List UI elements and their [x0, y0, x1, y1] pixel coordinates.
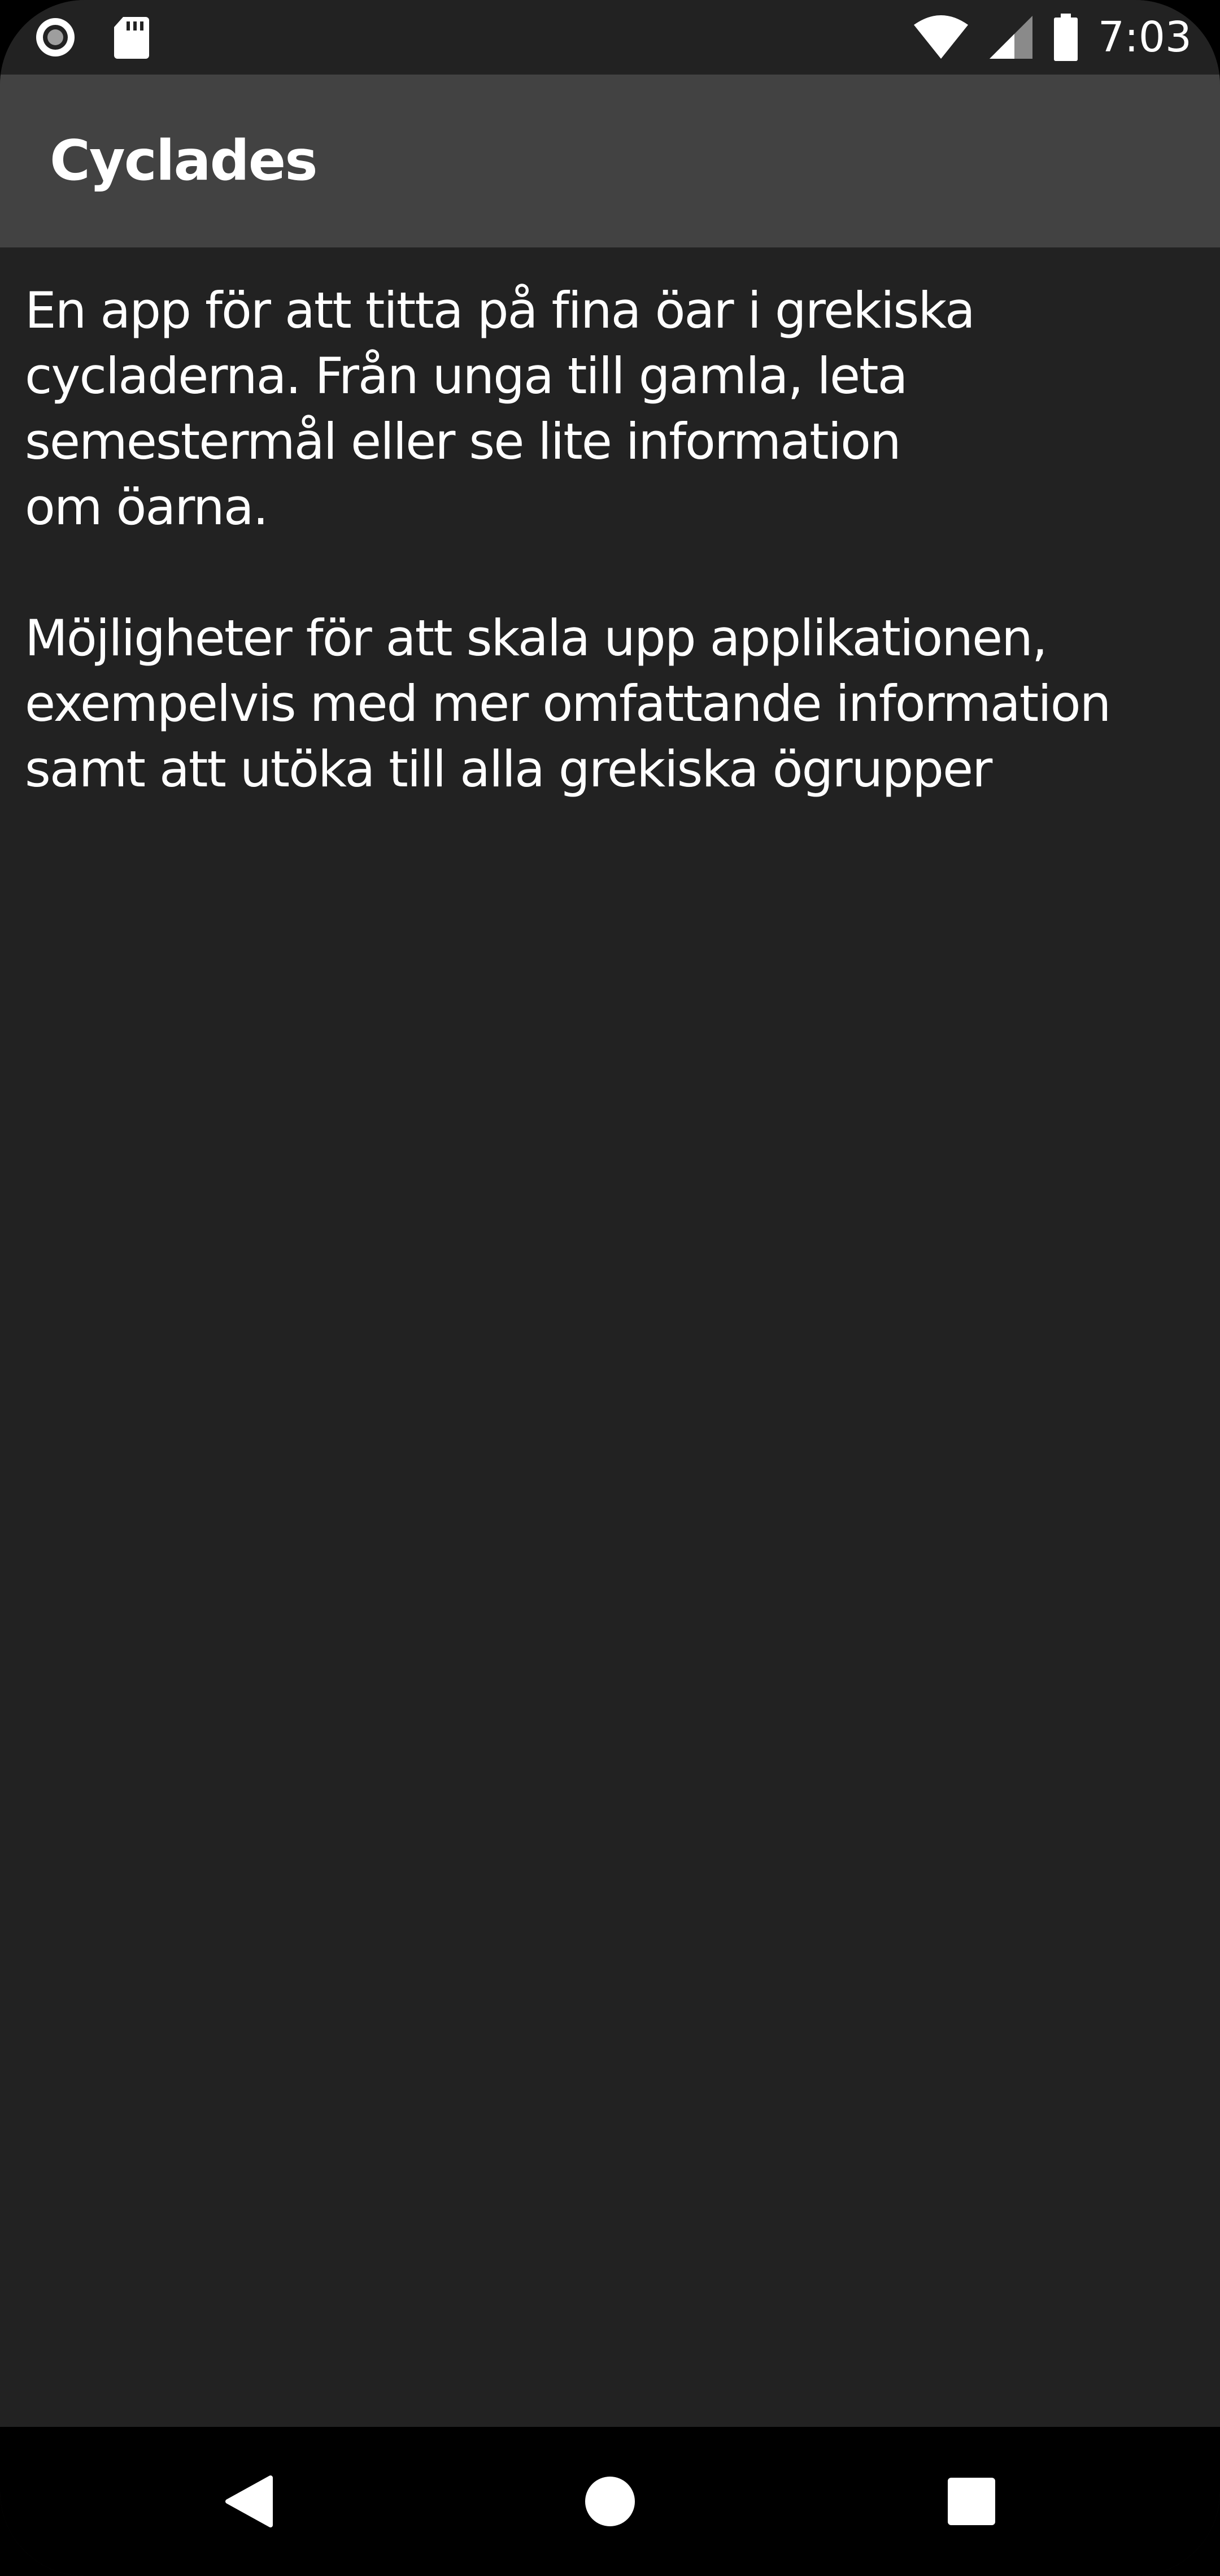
clock: 7:03: [1097, 13, 1192, 62]
wifi-icon: [913, 15, 969, 60]
battery-icon: [1053, 14, 1079, 61]
page-title: Cyclades: [50, 129, 318, 193]
home-button[interactable]: [537, 2427, 683, 2576]
cell-signal-icon: [988, 15, 1034, 60]
back-icon: [223, 2474, 274, 2529]
status-left-icons: [33, 12, 151, 62]
recents-icon: [947, 2477, 996, 2526]
home-icon: [583, 2474, 637, 2529]
status-right-icons: 7:03: [913, 9, 1192, 66]
description-paragraph: En app för att titta på fina öar i greki…: [25, 281, 975, 536]
status-bar: 7:03: [0, 0, 1220, 75]
record-icon: [33, 15, 78, 60]
content-area: En app för att titta på fina öar i greki…: [25, 278, 1200, 802]
back-button[interactable]: [175, 2427, 322, 2576]
app-toolbar: Cyclades: [0, 75, 1220, 247]
navigation-bar: [0, 2427, 1220, 2576]
sd-card-icon: [112, 15, 151, 60]
app-screen: 7:03 Cyclades En app för att titta på fi…: [0, 0, 1220, 2576]
description-paragraph: Möjligheter för att skala upp applikatio…: [25, 609, 1111, 798]
recents-button[interactable]: [898, 2427, 1045, 2576]
